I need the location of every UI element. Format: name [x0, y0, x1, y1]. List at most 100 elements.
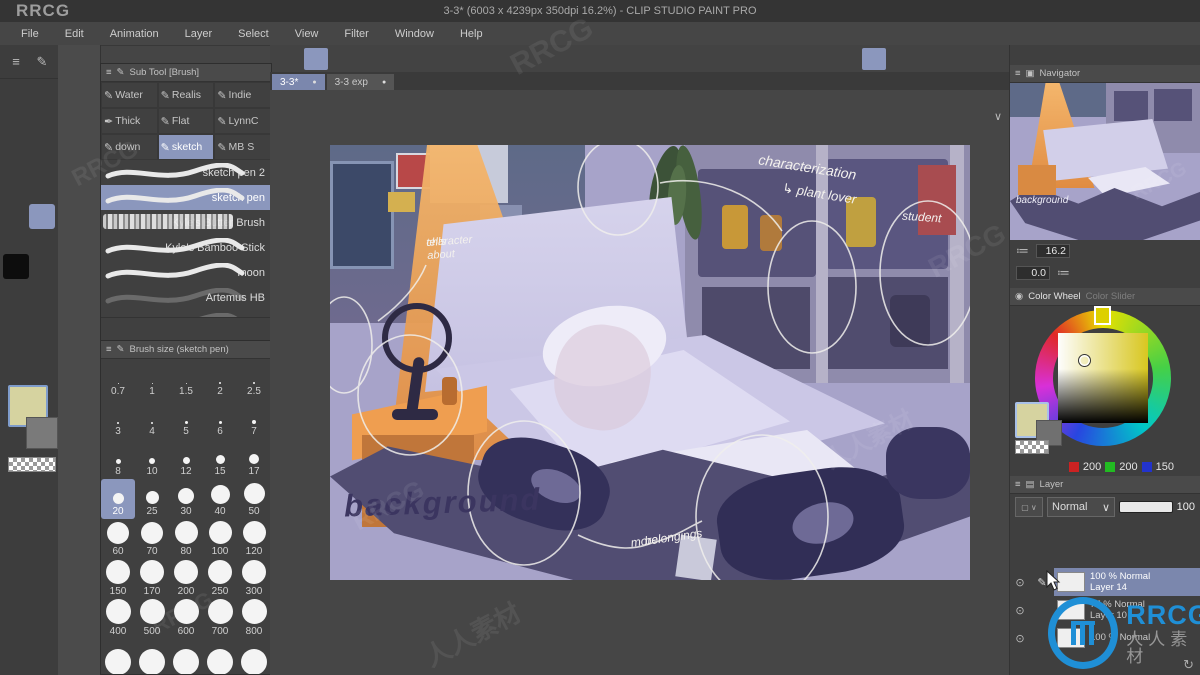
brush-size-cell[interactable]: 700 — [203, 599, 237, 639]
menu-item[interactable]: Edit — [52, 28, 97, 40]
tool-icon[interactable] — [29, 179, 55, 204]
brushsize-menu-icon[interactable]: ≡ — [106, 344, 112, 355]
tool-icon[interactable] — [3, 304, 29, 329]
tool-icon[interactable] — [29, 254, 55, 279]
subtool-menu-icon[interactable]: ≡ — [106, 67, 112, 78]
subtool-item[interactable]: ✎ sketch — [157, 134, 215, 160]
snap-toolbar-icon[interactable] — [862, 47, 886, 70]
rotation-slider-icon[interactable]: ≔ — [1057, 265, 1070, 281]
transparent-color-swatch[interactable] — [8, 457, 56, 472]
panel-tab-icon[interactable] — [64, 319, 94, 349]
brush-size-cell[interactable]: 50 — [237, 479, 271, 519]
subtool-item[interactable]: ✎ down — [101, 134, 158, 160]
brush-size-cell[interactable] — [237, 639, 271, 674]
snap-toolbar-icon[interactable] — [806, 48, 830, 70]
rotation-value[interactable]: 0.0 — [1016, 266, 1050, 280]
brush-size-cell[interactable]: 100 — [203, 519, 237, 559]
brush-size-cell[interactable]: 10 — [135, 439, 169, 479]
tab-close-icon[interactable]: ● — [382, 79, 386, 86]
zoom-slider-icon[interactable]: ≔ — [1016, 243, 1029, 259]
brush-list-item[interactable]: Artemus HB — [101, 285, 271, 310]
tool-icon[interactable] — [29, 79, 55, 104]
panel-tab-icon[interactable] — [64, 99, 94, 129]
menu-item[interactable]: Filter — [331, 28, 381, 40]
snap-toolbar-icon[interactable] — [834, 48, 858, 70]
subtool-item[interactable]: ✎ Flat — [157, 108, 215, 134]
brush-size-cell[interactable] — [169, 639, 203, 674]
tool-icon[interactable] — [29, 279, 55, 304]
toolbar-button-icon[interactable] — [584, 48, 608, 70]
tabbar-chevron-icon[interactable]: ∨ — [994, 110, 1002, 123]
toolbar-button-icon[interactable] — [612, 48, 636, 70]
menu-item[interactable]: Window — [382, 28, 447, 40]
panel-tab-icon[interactable] — [64, 363, 94, 393]
tab-close-icon[interactable]: ● — [312, 79, 316, 86]
toolbar-button-icon[interactable] — [556, 48, 580, 70]
brush-size-cell[interactable] — [101, 639, 135, 674]
sv-square[interactable] — [1058, 333, 1148, 423]
brush-size-cell[interactable]: 300 — [237, 559, 271, 599]
brush-size-cell[interactable]: 17 — [237, 439, 271, 479]
toolbar-button-icon[interactable] — [304, 47, 328, 70]
brush-size-cell[interactable]: 20 — [101, 479, 135, 519]
panel-tab-icon[interactable] — [64, 187, 94, 217]
toolbar-button-icon[interactable] — [276, 48, 300, 70]
menu-item[interactable]: Animation — [97, 28, 172, 40]
tool-icon[interactable] — [3, 229, 29, 254]
brush-size-cell[interactable]: 60 — [101, 519, 135, 559]
toolbar-button-icon[interactable] — [500, 48, 524, 70]
brush-size-cell[interactable]: 2 — [203, 359, 237, 399]
layer-visibility-eye-icon[interactable]: ⊙ — [1010, 624, 1030, 652]
brush-size-cell[interactable]: 1.5 — [169, 359, 203, 399]
menu-item[interactable]: View — [282, 28, 332, 40]
brush-list-item[interactable]: sketch pen — [101, 185, 271, 210]
tool-icon[interactable] — [29, 154, 55, 179]
brush-size-cell[interactable]: 4 — [135, 399, 169, 439]
brush-size-cell[interactable]: 170 — [135, 559, 169, 599]
layer-visibility-eye-icon[interactable]: ⊙ — [1010, 596, 1030, 624]
tool-icon[interactable] — [29, 129, 55, 154]
tool-icon[interactable] — [3, 179, 29, 204]
toolbar-button-icon[interactable] — [388, 48, 412, 70]
tool-icon[interactable] — [3, 79, 29, 104]
tool-icon[interactable] — [3, 254, 29, 279]
tool-icon[interactable] — [29, 229, 55, 254]
subtool-item[interactable]: ✎ Realis — [157, 82, 215, 108]
colorwheel-tab-active[interactable]: Color Wheel — [1028, 291, 1080, 302]
snap-toolbar-icon[interactable] — [918, 48, 942, 70]
background-color-swatch[interactable] — [26, 417, 58, 449]
tool-palette-menu-icon[interactable]: ≡ — [6, 49, 26, 74]
canvas-artwork[interactable]: tells about character characterization ↳… — [330, 145, 970, 580]
brush-size-cell[interactable]: 25 — [135, 479, 169, 519]
blend-mode-dropdown[interactable]: Normal ∨ — [1047, 497, 1115, 517]
brush-size-cell[interactable]: 5 — [169, 399, 203, 439]
navigator-thumbnail[interactable]: background — [1010, 83, 1200, 240]
brush-size-cell[interactable]: 600 — [169, 599, 203, 639]
brush-size-cell[interactable]: 1 — [135, 359, 169, 399]
tool-icon[interactable] — [29, 329, 55, 354]
brush-size-cell[interactable]: 6 — [203, 399, 237, 439]
brush-size-cell[interactable]: 400 — [101, 599, 135, 639]
brush-size-cell[interactable]: 0.7 — [101, 359, 135, 399]
snap-toolbar-icon[interactable] — [778, 48, 802, 70]
toolbar-button-icon[interactable] — [472, 48, 496, 70]
brush-size-cell[interactable]: 8 — [101, 439, 135, 479]
color-wheel[interactable] — [1010, 306, 1200, 458]
navigator-menu-icon[interactable]: ≡ — [1015, 68, 1021, 79]
tool-icon[interactable] — [3, 354, 29, 379]
tool-icon[interactable] — [29, 204, 55, 229]
opacity-value[interactable]: 100 — [1177, 501, 1195, 513]
brush-size-cell[interactable]: 15 — [203, 439, 237, 479]
snap-toolbar-icon[interactable] — [750, 48, 774, 70]
tool-icon[interactable] — [3, 154, 29, 179]
menu-item[interactable]: Select — [225, 28, 282, 40]
brush-size-cell[interactable]: 500 — [135, 599, 169, 639]
tool-icon[interactable] — [3, 204, 29, 229]
tool-icon[interactable] — [3, 279, 29, 304]
brush-size-cell[interactable]: 800 — [237, 599, 271, 639]
colorwheel-transparent-swatch[interactable] — [1015, 440, 1049, 454]
brush-size-cell[interactable]: 30 — [169, 479, 203, 519]
sv-selector[interactable] — [1078, 354, 1091, 367]
tool-icon[interactable] — [3, 104, 29, 129]
tool-icon[interactable] — [3, 129, 29, 154]
